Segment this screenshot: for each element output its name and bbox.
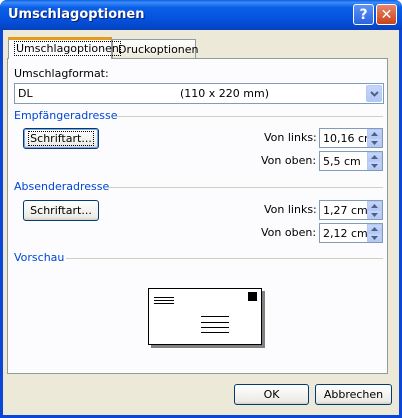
- recipient-top-spinner[interactable]: 5,5 cm: [319, 151, 383, 171]
- envelope-format-select[interactable]: DL (110 x 220 mm): [14, 83, 384, 104]
- button-label: Abbrechen: [323, 388, 384, 401]
- sender-address-line: [154, 297, 174, 298]
- spinner-arrows: [367, 129, 382, 147]
- arrow-down-icon: [371, 163, 378, 168]
- recipient-top-label: Von oben:: [261, 154, 317, 167]
- recipient-font-button[interactable]: Schriftart...: [23, 128, 99, 149]
- button-label: Schriftart...: [28, 131, 94, 146]
- envelope-format-size: (110 x 220 mm): [180, 87, 270, 100]
- chevron-down-icon: [369, 90, 379, 97]
- sender-top-spinner[interactable]: 2,12 cm: [319, 223, 383, 243]
- tab-druckoptionen[interactable]: Druckoptionen: [112, 39, 199, 58]
- sender-top-label: Von oben:: [261, 226, 317, 239]
- sender-address-line: [154, 303, 174, 304]
- recipient-section-title: Empfängeradresse: [14, 109, 118, 122]
- arrow-up-icon: [371, 131, 378, 136]
- close-button[interactable]: ✕: [376, 4, 397, 25]
- spinner-value: 1,27 cm: [323, 204, 368, 217]
- arrow-down-icon: [371, 140, 378, 145]
- window-title: Umschlagoptionen: [8, 7, 145, 22]
- button-label: Schriftart...: [30, 204, 92, 217]
- tab-label: Druckoptionen: [118, 43, 199, 56]
- close-icon: ✕: [380, 6, 393, 23]
- spin-up-button[interactable]: [367, 152, 382, 161]
- sender-divider: [108, 187, 383, 188]
- recipient-divider: [113, 116, 383, 117]
- sender-section-title: Absenderadresse: [14, 180, 110, 193]
- arrow-up-icon: [371, 154, 378, 159]
- help-icon: ?: [359, 6, 368, 23]
- spin-down-button[interactable]: [367, 210, 382, 219]
- recipient-address-line: [201, 327, 229, 328]
- preview-section-title: Vorschau: [14, 251, 65, 264]
- envelope-format-name: DL: [18, 87, 33, 100]
- help-button[interactable]: ?: [353, 4, 374, 25]
- spin-up-button[interactable]: [367, 129, 382, 138]
- arrow-up-icon: [371, 203, 378, 208]
- recipient-address-line: [201, 316, 229, 317]
- recipient-address-line: [201, 332, 229, 333]
- ok-button[interactable]: OK: [234, 384, 309, 405]
- recipient-address-line: [201, 322, 229, 323]
- sender-address-line: [154, 300, 174, 301]
- tab-umschlagoptionen[interactable]: Umschlagoptionen: [8, 37, 121, 59]
- arrow-down-icon: [371, 235, 378, 240]
- spinner-arrows: [367, 224, 382, 242]
- spin-down-button[interactable]: [367, 233, 382, 242]
- spin-up-button[interactable]: [367, 201, 382, 210]
- spinner-arrows: [367, 152, 382, 170]
- preview-divider: [66, 258, 383, 259]
- button-label: OK: [263, 388, 280, 401]
- cancel-button[interactable]: Abbrechen: [315, 384, 392, 405]
- spinner-value: 5,5 cm: [323, 155, 361, 168]
- recipient-left-label: Von links:: [264, 131, 317, 144]
- dropdown-button[interactable]: [366, 85, 382, 102]
- arrow-down-icon: [371, 212, 378, 217]
- spinner-value: 2,12 cm: [323, 227, 368, 240]
- title-bar[interactable]: Umschlagoptionen ? ✕: [0, 0, 402, 30]
- spinner-arrows: [367, 201, 382, 219]
- sender-left-label: Von links:: [264, 203, 317, 216]
- tab-label: Umschlagoptionen: [14, 41, 121, 56]
- spin-down-button[interactable]: [367, 161, 382, 170]
- recipient-left-spinner[interactable]: 10,16 cm: [319, 128, 383, 148]
- spin-up-button[interactable]: [367, 224, 382, 233]
- envelope-preview[interactable]: [148, 288, 262, 345]
- arrow-up-icon: [371, 226, 378, 231]
- sender-left-spinner[interactable]: 1,27 cm: [319, 200, 383, 220]
- envelope-format-label: Umschlagformat:: [14, 67, 109, 80]
- spin-down-button[interactable]: [367, 138, 382, 147]
- sender-font-button[interactable]: Schriftart...: [23, 200, 99, 221]
- stamp-icon: [248, 292, 257, 301]
